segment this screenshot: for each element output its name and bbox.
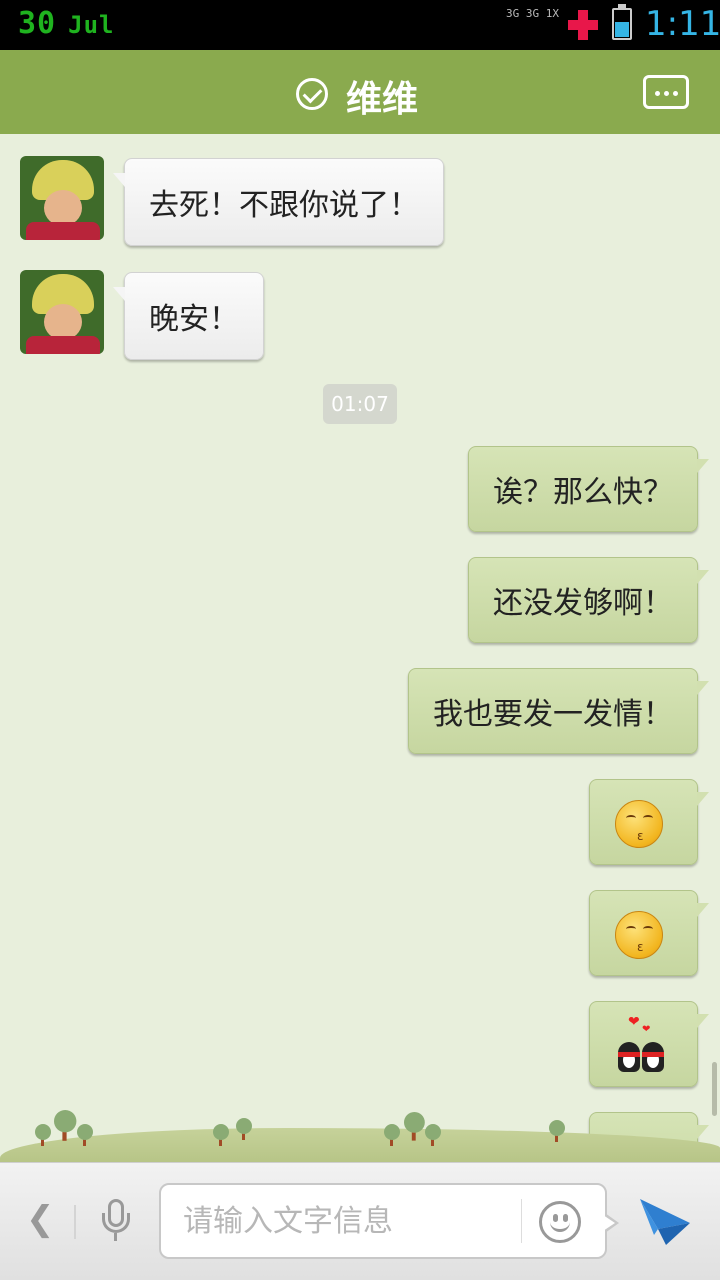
avatar-face: [44, 304, 82, 340]
network-signal-icon: 3G 3G 1X: [506, 7, 559, 20]
contact-avatar[interactable]: [20, 156, 104, 240]
mic-stem: [114, 1233, 117, 1241]
check-circle-icon: [296, 78, 328, 110]
message-bubble-outgoing-emoji[interactable]: ❤ ❤: [589, 1001, 709, 1087]
status-month: Jul: [68, 11, 115, 39]
tree-crown: [425, 1124, 441, 1140]
message-input-bar: ❮: [0, 1162, 720, 1280]
emoji-mouth: ε: [637, 829, 644, 843]
tree-crown: [54, 1110, 77, 1133]
heart-icon: ❤: [642, 1024, 651, 1035]
battery-icon: [612, 4, 632, 40]
emoji-eye: [643, 815, 653, 821]
kiss-face-emoji-icon: ε: [615, 800, 663, 848]
microphone-icon[interactable]: [100, 1199, 132, 1243]
input-bar-divider: [74, 1205, 76, 1239]
penguin-scarf: [618, 1052, 640, 1057]
message-bubble-incoming[interactable]: 晚安！: [113, 272, 264, 360]
tree-crown: [35, 1124, 51, 1140]
smiley-icon[interactable]: [539, 1201, 581, 1243]
tree-crown: [77, 1124, 93, 1140]
avatar-face: [44, 190, 82, 226]
smiley-mouth: [550, 1220, 570, 1232]
paper-plane-icon[interactable]: [636, 1193, 692, 1249]
chat-menu-button[interactable]: [643, 75, 689, 109]
heart-icon: ❤: [628, 1014, 640, 1030]
menu-dot: [664, 91, 669, 96]
chat-menu-icon: [655, 91, 660, 96]
penguins-love-emoji-icon: ❤ ❤: [612, 1012, 668, 1072]
chat-message-list[interactable]: 去死！不跟你说了！ 晚安！ 01:07 诶？那么快？ 还没发够啊！ 我也要发一发…: [0, 138, 720, 1162]
battery-level-fill: [615, 21, 629, 37]
input-field-tail: [603, 1213, 619, 1233]
tree-crown: [236, 1118, 252, 1134]
contact-avatar[interactable]: [20, 270, 104, 354]
message-input-field[interactable]: [159, 1183, 619, 1259]
mic-arc: [102, 1213, 130, 1233]
chevron-left-icon[interactable]: ❮: [26, 1199, 55, 1239]
emoji-mouth: ε: [637, 940, 644, 954]
chat-scrollbar[interactable]: [712, 1062, 717, 1116]
page-title[interactable]: 维维: [346, 70, 418, 122]
penguin-icon: [618, 1042, 640, 1072]
message-bubble-outgoing[interactable]: 诶？那么快？: [468, 446, 709, 532]
status-date: 30 Jul: [18, 6, 114, 41]
status-day: 30: [18, 6, 57, 41]
notification-cross-icon: [568, 10, 598, 40]
message-bubble-outgoing[interactable]: 还没发够啊！: [468, 557, 709, 643]
avatar-scarf: [26, 336, 100, 354]
tree-crown: [384, 1124, 400, 1140]
header-zigzag-edge: [0, 126, 720, 138]
emoji-eye: [626, 815, 636, 821]
penguin-scarf: [642, 1052, 664, 1057]
menu-dot: [673, 91, 678, 96]
message-input[interactable]: [183, 1199, 513, 1243]
message-bubble-outgoing-emoji[interactable]: ε: [589, 779, 709, 865]
message-timestamp: 01:07: [323, 384, 397, 424]
emoji-eye: [626, 926, 636, 932]
tree-crown: [404, 1112, 425, 1133]
message-bubble-outgoing-emoji[interactable]: ε: [589, 890, 709, 976]
input-field-divider: [521, 1199, 522, 1243]
message-bubble-outgoing[interactable]: 我也要发一发情！: [408, 668, 709, 754]
penguin-icon: [642, 1042, 664, 1072]
kiss-face-emoji-icon: ε: [615, 911, 663, 959]
emoji-eye: [643, 926, 653, 932]
message-bubble-incoming[interactable]: 去死！不跟你说了！: [113, 158, 444, 246]
status-time: 1:11: [645, 4, 720, 44]
avatar-scarf: [26, 222, 100, 240]
status-bar: 30 Jul 3G 3G 1X 1:11: [0, 0, 720, 50]
tree-crown: [213, 1124, 229, 1140]
tree-crown: [549, 1120, 565, 1136]
